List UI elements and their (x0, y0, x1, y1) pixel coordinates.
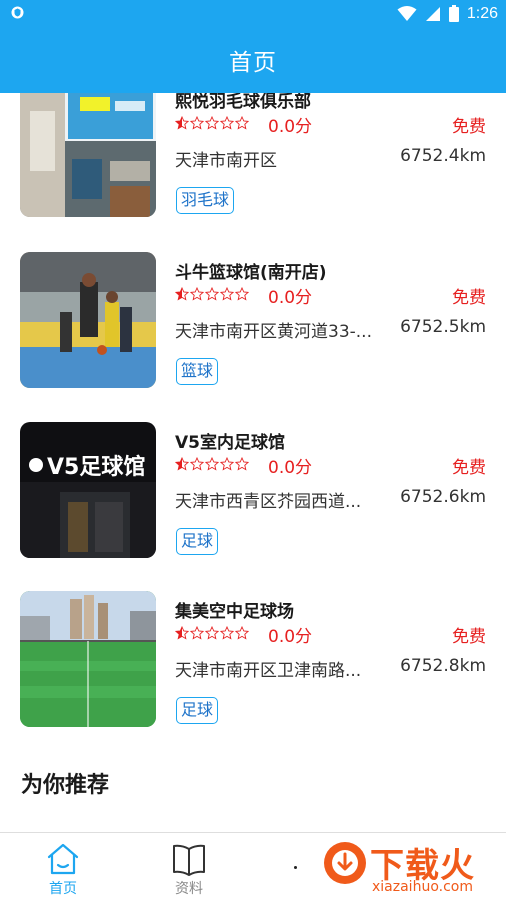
venue-card-sky-football[interactable]: 集美空中足球场 0.0分 免费 天津市南开区卫津南路... 6752.8km 足… (0, 591, 506, 727)
price-label: 免费 (452, 627, 486, 647)
venue-tag: 篮球 (176, 358, 219, 385)
nav-item-docs[interactable]: 资料 (144, 833, 234, 901)
price-label: 免费 (452, 288, 486, 308)
star-rating (175, 116, 249, 132)
venue-distance: 6752.6km (400, 487, 486, 507)
star-icon (175, 457, 189, 471)
price-label: 免费 (452, 458, 486, 478)
venue-distance: 6752.4km (400, 146, 486, 166)
watermark-url: xiazaihuo.com (372, 879, 473, 895)
star-icon (220, 457, 234, 471)
rating-score: 0.0分 (268, 458, 313, 478)
venue-distance: 6752.8km (400, 656, 486, 676)
star-icon (175, 116, 189, 130)
venue-address: 天津市南开区卫津南路... (175, 661, 362, 681)
status-bar: 1:26 (0, 0, 506, 27)
battery-icon (448, 5, 459, 22)
star-icon (190, 457, 204, 471)
venue-distance: 6752.5km (400, 317, 486, 337)
venue-tag: 羽毛球 (176, 187, 235, 214)
signal-icon (425, 6, 440, 21)
star-icon (220, 287, 234, 301)
star-rating (175, 287, 249, 303)
rating-score: 0.0分 (268, 627, 313, 647)
nav-label-home: 首页 (49, 881, 77, 897)
venue-card-badminton[interactable]: 熙悦羽毛球俱乐部 0.0分 免费 天津市南开区 6752.4km 羽毛球 (0, 93, 506, 217)
venue-address: 天津市西青区芥园西道... (175, 492, 362, 512)
nav-label-docs: 资料 (175, 881, 203, 897)
venue-tag: 足球 (176, 697, 219, 724)
thumb-sign-text: V5足球馆 (47, 454, 145, 480)
rating-score: 0.0分 (268, 117, 313, 137)
rating-score: 0.0分 (268, 288, 313, 308)
status-time: 1:26 (466, 4, 498, 22)
price-label: 免费 (452, 117, 486, 137)
venue-thumbnail: V5足球馆 (20, 422, 156, 558)
venue-name: 集美空中足球场 (175, 602, 294, 622)
venue-tag: 足球 (176, 528, 219, 555)
venue-name: V5室内足球馆 (175, 433, 285, 453)
star-icon (205, 626, 219, 640)
nav-dot (294, 866, 297, 869)
home-icon (47, 843, 79, 875)
star-icon (205, 116, 219, 130)
recommend-section-title: 为你推荐 (21, 773, 110, 798)
star-icon (190, 287, 204, 301)
venue-list[interactable]: 熙悦羽毛球俱乐部 0.0分 免费 天津市南开区 6752.4km 羽毛球 斗牛篮… (0, 93, 506, 833)
star-icon (175, 287, 189, 301)
page-title: 首页 (229, 50, 277, 76)
venue-address: 天津市南开区 (175, 151, 277, 171)
nav-item-home[interactable]: 首页 (18, 833, 108, 901)
venue-name: 斗牛篮球馆(南开店) (175, 263, 327, 283)
app-shield-icon (11, 6, 24, 19)
venue-thumbnail (20, 591, 156, 727)
venue-card-basketball[interactable]: 斗牛篮球馆(南开店) 0.0分 免费 天津市南开区黄河道33-... 6752.… (0, 252, 506, 388)
watermark: 下载火 xiazaihuo.com (308, 836, 506, 900)
star-icon (220, 116, 234, 130)
star-icon (205, 287, 219, 301)
star-icon (190, 626, 204, 640)
star-rating (175, 457, 249, 473)
venue-card-v5-football[interactable]: V5足球馆 V5室内足球馆 0.0分 免费 天津市西青区芥园西道... 6752… (0, 422, 506, 558)
venue-address: 天津市南开区黄河道33-... (175, 322, 372, 342)
star-icon (235, 457, 249, 471)
book-icon (173, 844, 205, 876)
venue-name: 熙悦羽毛球俱乐部 (175, 93, 311, 112)
venue-thumbnail (20, 252, 156, 388)
venue-thumbnail (20, 93, 156, 217)
watermark-logo-icon (324, 842, 366, 884)
app-header: 首页 (0, 27, 506, 93)
wifi-icon (397, 5, 417, 21)
star-icon (220, 626, 234, 640)
star-icon (235, 626, 249, 640)
star-icon (235, 116, 249, 130)
star-icon (235, 287, 249, 301)
star-rating (175, 626, 249, 642)
star-icon (175, 626, 189, 640)
star-icon (190, 116, 204, 130)
star-icon (205, 457, 219, 471)
